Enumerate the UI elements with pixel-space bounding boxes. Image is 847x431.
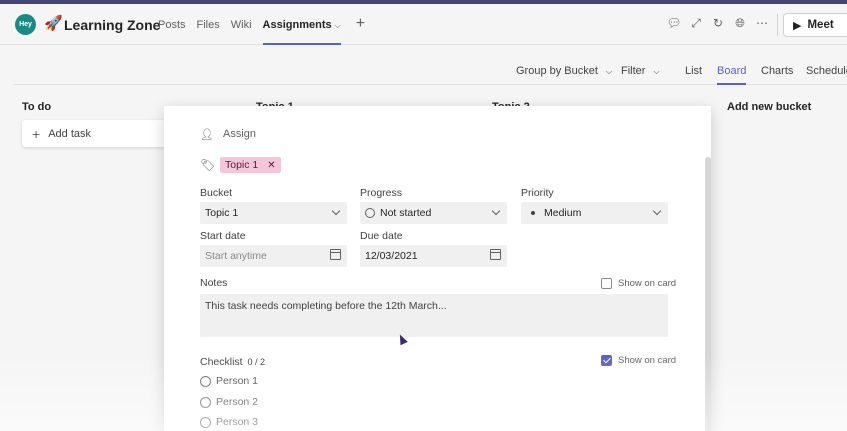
progress-label: Progress: [360, 187, 403, 199]
add-tab-icon[interactable]: +: [356, 4, 365, 45]
checklist-show-on-card[interactable]: Show on card: [601, 355, 676, 366]
dialog-scrollbar[interactable]: [705, 157, 711, 431]
due-date-input[interactable]: 12/03/2021: [360, 245, 507, 267]
tab-assignments[interactable]: Assignments ⌵: [262, 4, 341, 45]
channel-header: Hey 🚀 Learning Zone Posts Files Wiki Ass…: [0, 4, 847, 45]
start-date-placeholder: Start anytime: [205, 250, 267, 262]
tag-icon[interactable]: 🏷︎: [200, 158, 215, 172]
tab-wiki[interactable]: Wiki: [231, 4, 252, 45]
checklist-item[interactable]: Person 1: [200, 375, 258, 387]
assign-button[interactable]: 👤︎ Assign: [200, 128, 257, 141]
notes-show-on-card-checkbox[interactable]: [601, 278, 612, 289]
view-schedule[interactable]: Schedule: [806, 65, 847, 77]
team-avatar-icon[interactable]: Hey: [15, 14, 36, 35]
notes-textarea[interactable]: This task needs completing before the 12…: [200, 294, 668, 337]
checklist-count: 0 / 2: [247, 357, 266, 367]
calendar-icon[interactable]: [330, 249, 341, 260]
due-date-label: Due date: [360, 230, 403, 242]
add-new-bucket[interactable]: Add new bucket: [727, 101, 811, 113]
channel-tabs: Posts Files Wiki Assignments ⌵ +: [158, 4, 376, 45]
checklist-item-text: Person 3: [216, 416, 259, 428]
priority-dot-icon: [531, 211, 535, 215]
header-actions: 💬︎ ⤢ ↻ 🌐︎ ⋯: [666, 16, 769, 31]
group-by-dropdown[interactable]: Group by Bucket ⌵: [516, 65, 612, 77]
checklist-circle-icon[interactable]: [200, 396, 211, 408]
calendar-icon[interactable]: [490, 249, 501, 260]
checklist-item-text: Person 1: [216, 375, 259, 387]
show-on-card-label: Show on card: [618, 278, 677, 289]
notes-label: Notes: [200, 277, 228, 289]
priority-label: Priority: [521, 187, 554, 199]
notes-show-on-card[interactable]: Show on card: [601, 278, 676, 289]
checklist-circle-icon[interactable]: [200, 375, 211, 387]
due-date-value: 12/03/2021: [365, 250, 418, 262]
more-icon[interactable]: ⋯: [755, 16, 769, 30]
chat-icon[interactable]: 💬︎: [666, 16, 681, 30]
checklist-show-on-card-checkbox[interactable]: [601, 355, 612, 366]
start-date-input[interactable]: Start anytime: [200, 245, 347, 267]
add-task-label: Add task: [48, 127, 91, 140]
bucket-value: Topic 1: [205, 207, 239, 219]
video-camera-icon: ▶︎: [793, 19, 802, 32]
notes-text: This task needs completing before the 12…: [205, 300, 447, 312]
view-charts[interactable]: Charts: [761, 65, 793, 77]
tab-posts[interactable]: Posts: [158, 4, 186, 45]
filter-dropdown[interactable]: Filter ⌵: [621, 65, 660, 77]
show-on-card-label: Show on card: [618, 355, 677, 366]
refresh-icon[interactable]: ↻: [711, 16, 725, 30]
tab-files[interactable]: Files: [197, 4, 220, 45]
add-person-icon: 👤︎: [200, 129, 214, 141]
meet-button[interactable]: ▶︎ Meet: [783, 13, 847, 37]
meet-label: Meet: [807, 19, 834, 31]
team-name: Learning Zone: [64, 17, 161, 33]
view-list[interactable]: List: [685, 65, 702, 77]
chevron-down-icon: ⌵: [605, 67, 613, 76]
checklist-item[interactable]: Person 2: [200, 396, 258, 408]
not-started-circle-icon: [365, 208, 375, 218]
globe-icon[interactable]: 🌐︎: [733, 16, 747, 30]
checklist-title: Checklist 0 / 2: [200, 356, 266, 368]
label-chip[interactable]: Topic 1 ✕: [220, 157, 281, 173]
close-icon[interactable]: ✕: [267, 160, 275, 171]
bucket-label: Bucket: [200, 187, 233, 199]
chevron-down-icon: [652, 206, 662, 216]
checklist-circle-icon[interactable]: [200, 416, 211, 428]
bucket-select[interactable]: Topic 1: [200, 202, 347, 224]
rocket-icon: 🚀: [44, 15, 63, 32]
assign-label: Assign: [223, 128, 257, 140]
checklist-item[interactable]: Person 3: [200, 416, 258, 428]
chevron-down-icon: [331, 206, 341, 216]
checklist-item-text: Person 2: [216, 396, 259, 408]
chevron-down-icon: ⌵: [653, 67, 660, 76]
bucket-title-todo[interactable]: To do: [22, 101, 51, 113]
chevron-down-icon: ⌵: [334, 21, 341, 30]
view-board[interactable]: Board: [717, 65, 747, 85]
chevron-down-icon: [491, 206, 501, 216]
expand-icon[interactable]: ⤢: [689, 16, 703, 30]
header-divider: [777, 14, 778, 36]
progress-value: Not started: [380, 207, 432, 219]
start-date-label: Start date: [200, 230, 246, 242]
plus-icon: +: [32, 125, 41, 142]
priority-select[interactable]: Medium: [521, 202, 668, 224]
priority-value: Medium: [544, 207, 582, 219]
progress-select[interactable]: Not started: [360, 202, 507, 224]
label-chip-text: Topic 1: [225, 159, 259, 171]
planner-toolbar: Group by Bucket ⌵ Filter ⌵ List Board Char…: [14, 46, 847, 85]
